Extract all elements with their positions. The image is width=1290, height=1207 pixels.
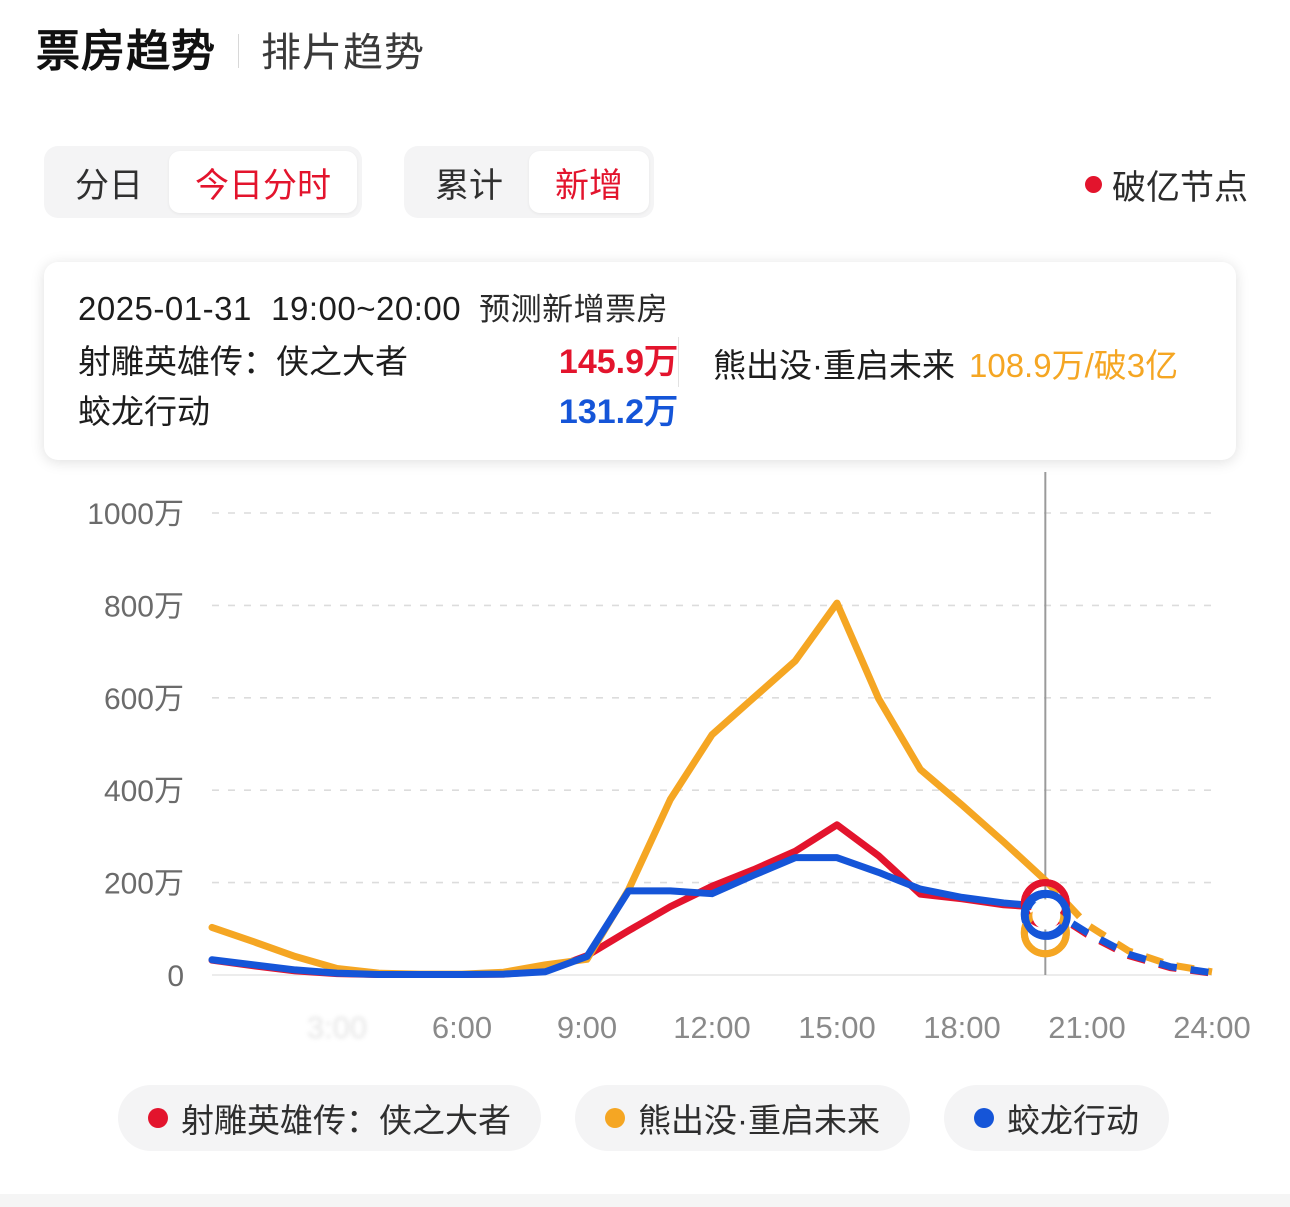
x-axis-tick-label: 18:00 [923,1010,1001,1045]
tooltip-movie-name: 熊出没·重启未来 [713,347,955,384]
chart-hover-marker-core [1032,901,1061,930]
tooltip-row: 蛟龙行动 131.2万 [78,387,678,437]
tooltip-date: 2025-01-31 [78,290,252,327]
milestone-legend: 破亿节点 [1085,160,1248,209]
segment-group-period: 分日 今日分时 [44,146,362,218]
chart-controls: 分日 今日分时 累计 新增 [44,146,654,218]
y-axis-tick-label: 800万 [104,590,184,623]
chart-series-line [208,599,1049,978]
legend-dot-icon [974,1108,994,1128]
tooltip-time-range: 19:00~20:00 [271,290,462,327]
y-axis-tick-label: 200万 [104,868,184,901]
tooltip-movie-value: 145.9万 [558,343,678,381]
legend-item-jiaolong[interactable]: 蛟龙行动 [944,1085,1169,1151]
y-axis-tick-label: 400万 [104,775,184,808]
tooltip-body: 射雕英雄传：侠之大者 145.9万 蛟龙行动 131.2万 熊出没·重启未来 1… [78,337,1202,438]
y-axis-tick-label: 600万 [104,683,184,716]
tooltip-row: 熊出没·重启未来 108.9万/破3亿 [713,339,1202,387]
tooltip-movie-name: 蛟龙行动 [78,393,210,431]
legend-dot-icon [605,1108,625,1128]
bottom-band [0,1194,1290,1207]
segment-cumulative[interactable]: 累计 [409,151,529,213]
segment-incremental[interactable]: 新增 [529,151,649,213]
tooltip-header: 2025-01-31 19:00~20:00 预测新增票房 [78,284,1202,329]
tooltip-metric-label: 预测新增票房 [479,292,669,327]
segment-group-metric: 累计 新增 [404,146,654,218]
x-axis-tick-label: 3:00 [307,1010,367,1045]
x-axis-tick-label: 9:00 [557,1010,617,1045]
title-divider [238,34,239,68]
milestone-legend-label: 破亿节点 [1112,169,1248,207]
x-axis-tick-label: 24:00 [1173,1010,1251,1045]
trend-chart-svg[interactable]: 0 200万 400万 600万 800万 1000万 3:00 6:00 9:00 12:00 1… [0,470,1290,1070]
y-axis-tick-label: 0 [167,960,184,993]
page-header: 票房趋势 排片趋势 [36,30,425,74]
legend-label: 蛟龙行动 [1007,1102,1139,1139]
legend-item-xiongchumo[interactable]: 熊出没·重启未来 [575,1085,910,1151]
tooltip-row: 射雕英雄传：侠之大者 145.9万 [78,337,678,387]
tooltip-movie-name: 射雕英雄传：侠之大者 [78,343,408,380]
milestone-dot-icon [1085,176,1102,193]
series-legend: 射雕英雄传：侠之大者 熊出没·重启未来 蛟龙行动 [118,1085,1169,1151]
chart-tooltip-card: 2025-01-31 19:00~20:00 预测新增票房 射雕英雄传：侠之大者 … [44,262,1236,460]
tooltip-column-left: 射雕英雄传：侠之大者 145.9万 蛟龙行动 131.2万 [78,337,678,438]
bookoffice-trend-page: 票房趋势 排片趋势 分日 今日分时 累计 新增 破亿节点 2025-01-31 … [0,0,1290,1207]
chart-series-line [208,854,1049,979]
x-axis-tick-label: 21:00 [1048,1010,1126,1045]
x-axis-tick-label: 6:00 [432,1010,492,1045]
tooltip-movie-value: 108.9万/破3亿 [969,347,1179,384]
legend-label: 熊出没·重启未来 [638,1102,880,1139]
trend-chart[interactable]: 0 200万 400万 600万 800万 1000万 3:00 6:00 9:00 12:00 1… [0,470,1290,1070]
page-title: 票房趋势 [36,27,216,76]
x-axis-tick-label: 15:00 [798,1010,876,1045]
segment-by-day[interactable]: 分日 [49,151,169,213]
y-axis-tick-label: 1000万 [87,498,184,531]
legend-item-shediao[interactable]: 射雕英雄传：侠之大者 [118,1085,541,1151]
chart-series-line [208,821,1049,979]
tooltip-movie-value: 131.2万 [558,393,678,432]
legend-dot-icon [148,1108,168,1128]
segment-today-hourly[interactable]: 今日分时 [169,151,357,213]
tooltip-column-right: 熊出没·重启未来 108.9万/破3亿 [678,337,1202,387]
legend-label: 射雕英雄传：侠之大者 [181,1102,511,1139]
tab-schedule-trend[interactable]: 排片趋势 [261,33,425,73]
x-axis-tick-label: 12:00 [673,1010,751,1045]
